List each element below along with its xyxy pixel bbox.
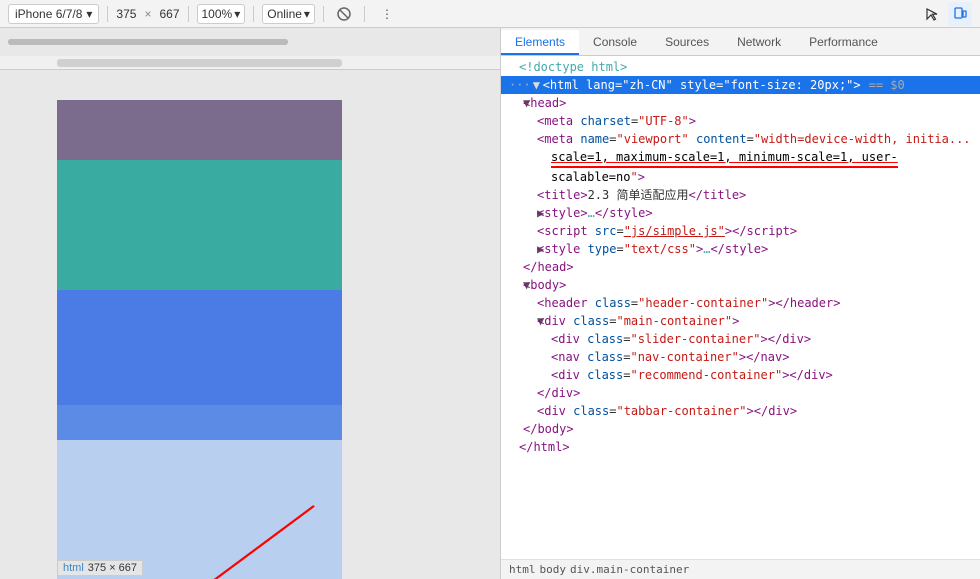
dim-size: 375 × 667	[88, 562, 137, 574]
chevron-down-icon: ▾	[86, 7, 92, 21]
breadcrumb-body[interactable]: body	[540, 563, 567, 576]
code-line-script[interactable]: <script src = "js/simple.js" ></script>	[501, 222, 980, 240]
code-area[interactable]: <!doctype html> ··· ▼ < html lang= "zh-C…	[501, 56, 980, 559]
chevron-down-icon3: ▾	[304, 7, 310, 21]
code-line-title[interactable]: <title> 2.3 简单适配应用 </title>	[501, 186, 980, 204]
zoom-selector[interactable]: 100% ▾	[197, 4, 246, 24]
code-line-meta-charset[interactable]: <meta charset = "UTF-8" >	[501, 112, 980, 130]
code-line-main-div[interactable]: ▼ <div class = "main-container" >	[501, 312, 980, 330]
code-line-meta-viewport[interactable]: <meta name = "viewport" content = "width…	[501, 130, 980, 148]
screen-section-pale-blue	[57, 440, 342, 579]
main-layout: html 375 × 667 Elements Console Sources …	[0, 28, 980, 579]
code-line-close-head[interactable]: </head>	[501, 258, 980, 276]
devtools-tabs: Elements Console Sources Network Perform…	[501, 28, 980, 56]
separator3	[253, 6, 254, 22]
zoom-value: 100%	[202, 7, 233, 21]
tab-performance[interactable]: Performance	[795, 30, 892, 55]
no-throttle-icon[interactable]	[332, 2, 356, 26]
breadcrumb-div[interactable]: div.main-container	[570, 563, 689, 576]
devtools-panel: Elements Console Sources Network Perform…	[500, 28, 980, 579]
network-selector[interactable]: Online ▾	[262, 4, 315, 24]
tab-sources[interactable]: Sources	[651, 30, 723, 55]
device-mode-icon[interactable]	[948, 2, 972, 26]
devtools-icons	[920, 2, 972, 26]
tab-network[interactable]: Network	[723, 30, 795, 55]
code-line-scale2: scalable=no " >	[501, 168, 980, 186]
code-line-close-maindiv[interactable]: </div>	[501, 384, 980, 402]
tab-elements[interactable]: Elements	[501, 30, 579, 55]
separator5	[364, 6, 365, 22]
code-line-doctype: <!doctype html>	[501, 58, 980, 76]
network-value: Online	[267, 7, 302, 21]
device-height: 667	[159, 7, 179, 21]
code-line-slider[interactable]: <div class = "slider-container" ></div>	[501, 330, 980, 348]
code-line-close-body[interactable]: </body>	[501, 420, 980, 438]
more-options-icon[interactable]: ⋮	[375, 2, 399, 26]
close-icon: ×	[144, 7, 151, 21]
screen-content	[57, 100, 342, 579]
device-screen	[57, 100, 342, 579]
code-line-body[interactable]: ▼ <body>	[501, 276, 980, 294]
device-name: iPhone 6/7/8	[15, 7, 82, 21]
devtools-breadcrumb: html body div.main-container	[501, 559, 980, 579]
code-line-style2[interactable]: ▶ <style type = "text/css" > … </style>	[501, 240, 980, 258]
screen-section-light-blue	[57, 405, 342, 440]
device-width: 375	[116, 7, 136, 21]
breadcrumb-html[interactable]: html	[509, 563, 536, 576]
screen-section-blue	[57, 290, 342, 405]
dimension-label: html 375 × 667	[57, 560, 143, 576]
screen-section-teal	[57, 160, 342, 290]
code-line-close-html[interactable]: </html>	[501, 438, 980, 456]
chevron-down-icon2: ▾	[234, 7, 240, 21]
code-line-header[interactable]: <header class = "header-container" ></he…	[501, 294, 980, 312]
device-preview: html 375 × 667	[0, 28, 500, 579]
code-line-recommend[interactable]: <div class = "recommend-container" ></di…	[501, 366, 980, 384]
device-selector[interactable]: iPhone 6/7/8 ▾	[8, 4, 99, 24]
code-line-nav[interactable]: <nav class = "nav-container" ></nav>	[501, 348, 980, 366]
code-line-head[interactable]: ▼ <head>	[501, 94, 980, 112]
code-line-style1[interactable]: ▶ <style> … </style>	[501, 204, 980, 222]
tab-console[interactable]: Console	[579, 30, 651, 55]
dim-tag: html	[63, 562, 84, 574]
code-line-html[interactable]: ··· ▼ < html lang= "zh-CN" style= "font-…	[501, 76, 980, 94]
separator2	[188, 6, 189, 22]
code-line-scale: scale=1, maximum-scale=1, minimum-scale=…	[501, 148, 980, 168]
screen-header	[57, 100, 342, 160]
separator4	[323, 6, 324, 22]
inspect-element-icon[interactable]	[920, 2, 944, 26]
separator	[107, 6, 108, 22]
code-line-tabbar[interactable]: <div class = "tabbar-container" ></div>	[501, 402, 980, 420]
top-toolbar: iPhone 6/7/8 ▾ 375 × 667 100% ▾ Online ▾…	[0, 0, 980, 28]
